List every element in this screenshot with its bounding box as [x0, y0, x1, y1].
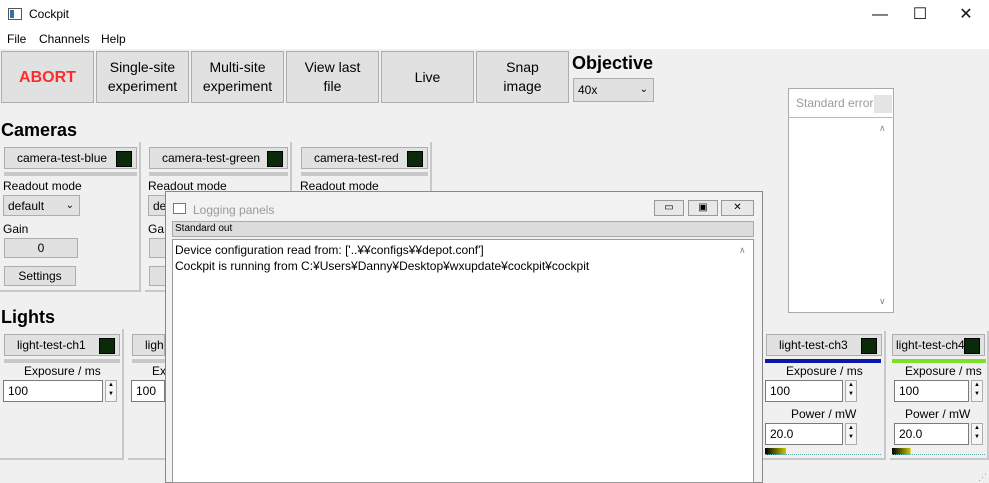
- scroll-up-icon[interactable]: ∧: [879, 123, 886, 134]
- exposure-label: Exposure / ms: [905, 364, 982, 378]
- gain-value[interactable]: 0: [4, 238, 78, 258]
- readout-mode-select[interactable]: default ⌄: [3, 195, 80, 216]
- camera-settings-button[interactable]: Settings: [4, 266, 76, 286]
- chevron-down-icon: ⌄: [639, 84, 648, 95]
- log-maximize-icon[interactable]: ▣: [688, 200, 718, 216]
- snap-image-button[interactable]: Snap image: [476, 51, 569, 103]
- power-label: Power / mW: [791, 407, 857, 421]
- light-ch1-button[interactable]: light-test-ch1: [4, 334, 120, 356]
- gain-label: Gain: [3, 222, 29, 236]
- power-input[interactable]: 20.0: [894, 423, 969, 445]
- power-label: Power / mW: [905, 407, 971, 421]
- window-title: Cockpit: [29, 7, 70, 21]
- camera-green-button[interactable]: camera-test-green: [149, 147, 288, 169]
- logging-window-icon: [173, 203, 186, 214]
- camera-blue-bar: [4, 172, 137, 176]
- light-ch1-swatch: [99, 338, 115, 354]
- exposure-spinner[interactable]: ▲ ▼: [971, 380, 983, 402]
- scroll-down-icon[interactable]: ∨: [879, 296, 886, 307]
- objective-select[interactable]: 40x ⌄: [573, 78, 654, 102]
- light-ch2-button[interactable]: ligh: [132, 334, 165, 356]
- exposure-spinner[interactable]: ▲ ▼: [845, 380, 857, 402]
- single-site-experiment-button[interactable]: Single-site experiment: [96, 51, 189, 103]
- camera-green-bar: [149, 172, 288, 176]
- logging-panels-title: Logging panels: [193, 203, 275, 217]
- maximize-icon[interactable]: ☐: [897, 0, 943, 30]
- light-ch1-bar: [4, 359, 120, 363]
- camera-red-bar: [301, 172, 428, 176]
- abort-button[interactable]: ABORT: [1, 51, 94, 103]
- app-icon: [8, 8, 22, 20]
- tab-standard-out[interactable]: Standard out: [172, 221, 754, 237]
- close-icon[interactable]: ✕: [943, 0, 989, 30]
- divider: [788, 117, 894, 118]
- objective-title: Objective: [572, 53, 654, 73]
- exposure-input[interactable]: 100: [765, 380, 843, 402]
- light-ch2-bar: [132, 359, 165, 363]
- menu-bar: [0, 30, 989, 49]
- resize-grip-icon[interactable]: ⋰: [978, 472, 987, 483]
- log-close-icon[interactable]: ✕: [721, 200, 754, 216]
- light-ch3-button[interactable]: light-test-ch3: [766, 334, 882, 356]
- standard-error-close-icon[interactable]: [874, 95, 892, 113]
- power-input[interactable]: 20.0: [765, 423, 843, 445]
- cameras-title: Cameras: [1, 120, 78, 140]
- multi-site-experiment-button[interactable]: Multi-site experiment: [191, 51, 284, 103]
- light-ch3-color-bar: [765, 359, 881, 363]
- chevron-down-icon: ⌄: [65, 200, 74, 211]
- light-ch4-swatch: [964, 338, 980, 354]
- exposure-spinner[interactable]: ▲ ▼: [105, 380, 117, 402]
- light-ch3-swatch: [861, 338, 877, 354]
- log-line: Device configuration read from: ['..¥¥co…: [175, 243, 484, 257]
- light-ch4-button[interactable]: light-test-ch4: [892, 334, 985, 356]
- power-spinner[interactable]: ▲ ▼: [971, 423, 983, 445]
- exposure-label: Exposure / ms: [24, 364, 101, 378]
- power-level-bar: [765, 448, 881, 455]
- objective-value: 40x: [578, 83, 598, 97]
- exposure-input[interactable]: 100: [3, 380, 103, 402]
- view-last-file-button[interactable]: View last file: [286, 51, 379, 103]
- standard-out-textarea[interactable]: [172, 239, 754, 483]
- live-button[interactable]: Live: [381, 51, 474, 103]
- exposure-input[interactable]: 100: [894, 380, 969, 402]
- exposure-label: Ex: [152, 364, 167, 378]
- camera-blue-button[interactable]: camera-test-blue: [4, 147, 137, 169]
- power-spinner[interactable]: ▲ ▼: [845, 423, 857, 445]
- log-minimize-icon[interactable]: ▭: [654, 200, 684, 216]
- lights-title: Lights: [1, 307, 55, 327]
- readout-mode-label: Readout mode: [3, 179, 82, 193]
- camera-blue-swatch: [116, 151, 132, 167]
- standard-error-title: Standard error: [796, 96, 874, 110]
- power-level-bar: [892, 448, 985, 455]
- scroll-up-icon[interactable]: ∧: [739, 245, 746, 256]
- camera-red-swatch: [407, 151, 423, 167]
- menu-file[interactable]: File: [7, 32, 26, 46]
- log-line: Cockpit is running from C:¥Users¥Danny¥D…: [175, 259, 590, 273]
- light-ch4-color-bar: [892, 359, 986, 363]
- menu-help[interactable]: Help: [101, 32, 126, 46]
- title-bar: [0, 0, 989, 30]
- gain-label: Ga: [148, 222, 165, 236]
- camera-red-button[interactable]: camera-test-red: [301, 147, 428, 169]
- standard-error-window: [788, 88, 894, 313]
- menu-channels[interactable]: Channels: [39, 32, 90, 46]
- exposure-input[interactable]: 100: [131, 380, 165, 402]
- camera-green-swatch: [267, 151, 283, 167]
- exposure-label: Exposure / ms: [786, 364, 863, 378]
